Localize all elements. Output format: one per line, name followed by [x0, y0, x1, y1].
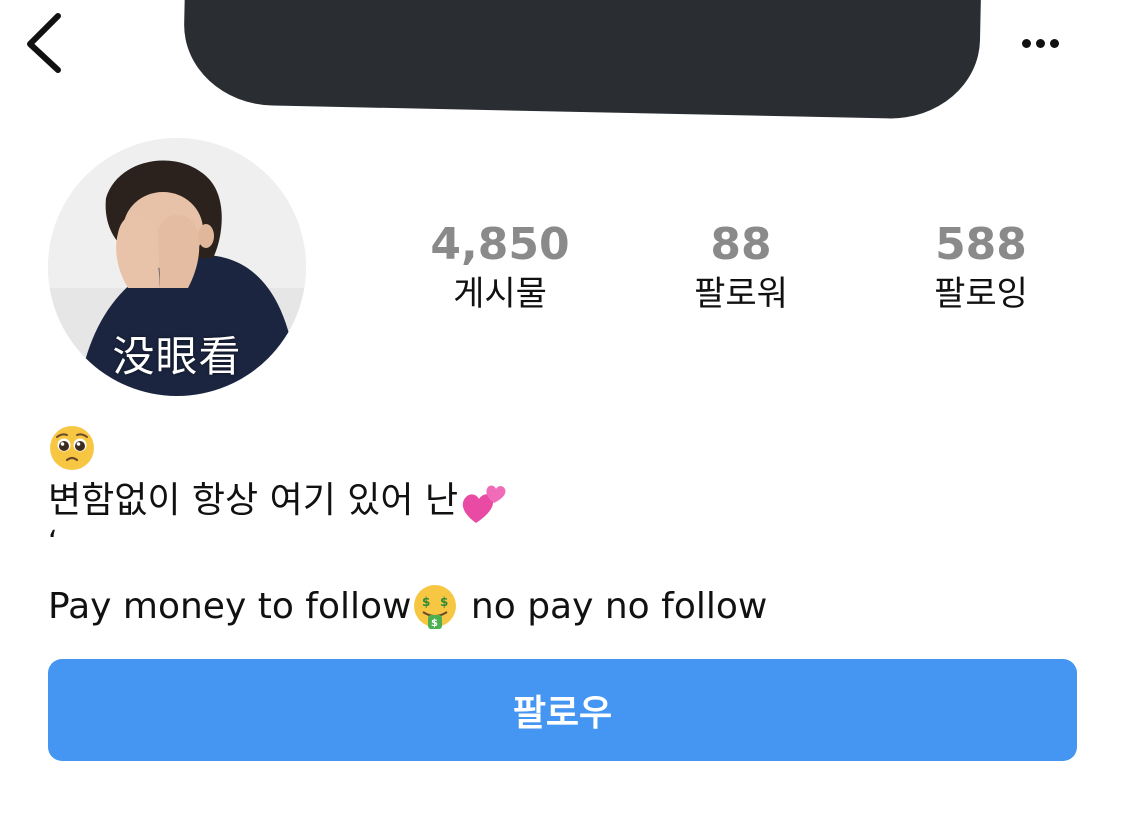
bio-line-3: ʻ — [48, 525, 58, 560]
bio-text-pay-b: no pay no follow — [459, 586, 768, 627]
bio-line-4: Pay money to follow $ $ $ no pay no foll… — [48, 580, 1078, 634]
svg-text:$: $ — [431, 618, 438, 629]
stat-following[interactable]: 588 팔로잉 — [871, 218, 1091, 316]
profile-avatar[interactable]: 没眼看 — [48, 138, 306, 396]
following-count: 588 — [935, 219, 1027, 270]
two-hearts-emoji — [462, 485, 506, 523]
stat-posts[interactable]: 4,850 게시물 — [390, 218, 610, 316]
stat-followers[interactable]: 88 팔로워 — [631, 218, 851, 316]
follow-button[interactable]: 팔로우 — [48, 659, 1077, 761]
followers-label: 팔로워 — [694, 274, 788, 314]
bio-line-1 — [48, 420, 1078, 474]
bio-line-2: 변함없이 항상 여기 있어 난 — [48, 474, 1078, 528]
back-button[interactable] — [20, 8, 80, 74]
avatar-caption: 没眼看 — [112, 332, 242, 381]
redacted-username-bar — [182, 0, 982, 121]
posts-label: 게시물 — [453, 274, 547, 314]
chevron-left-icon — [27, 13, 61, 73]
money-mouth-face-emoji: $ $ $ — [414, 585, 457, 629]
bio-text-korean: 변함없이 항상 여기 있어 난 — [48, 480, 459, 521]
followers-count: 88 — [710, 219, 772, 270]
more-options-button[interactable] — [1010, 28, 1070, 58]
svg-text:$: $ — [440, 595, 448, 609]
more-horizontal-icon — [1021, 38, 1059, 48]
posts-count: 4,850 — [430, 219, 570, 270]
following-label: 팔로잉 — [934, 274, 1028, 314]
profile-bio: 변함없이 항상 여기 있어 난 ʻ Pay money to follow $ … — [48, 420, 1078, 634]
pleading-face-emoji — [50, 426, 94, 470]
bio-text-pay-a: Pay money to follow — [48, 586, 412, 627]
svg-text:$: $ — [422, 595, 430, 609]
